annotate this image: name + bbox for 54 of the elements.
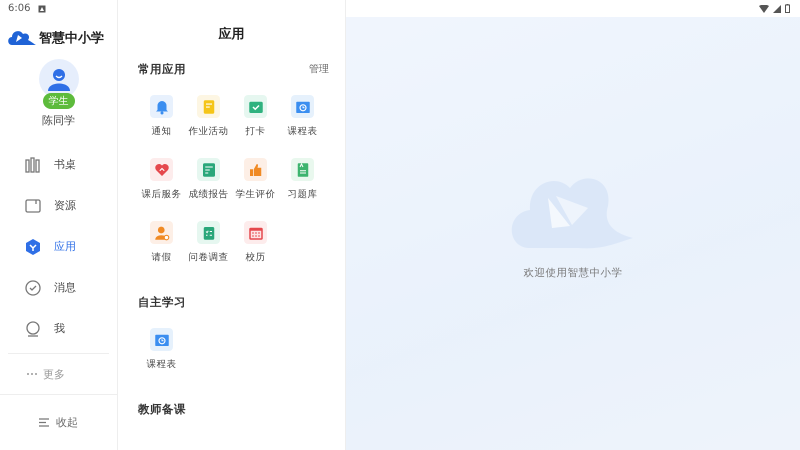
dots-icon bbox=[26, 372, 38, 376]
collapse-button[interactable]: 收起 bbox=[0, 395, 117, 450]
panel-title: 应用 bbox=[217, 26, 246, 44]
wifi-icon bbox=[759, 4, 769, 12]
app-label: 打卡 bbox=[246, 125, 266, 138]
app-tile[interactable] bbox=[150, 221, 173, 244]
battery-icon bbox=[785, 4, 790, 13]
user-name: 陈同学 bbox=[42, 113, 75, 128]
app-tile[interactable] bbox=[197, 221, 220, 244]
signal-icon bbox=[773, 4, 781, 12]
app-tile[interactable] bbox=[150, 158, 173, 181]
nav-item[interactable]: 消息 bbox=[8, 267, 109, 308]
cloud-logo-icon bbox=[6, 28, 36, 48]
frame-icon bbox=[24, 196, 42, 214]
app-tile[interactable] bbox=[244, 221, 267, 244]
app-tile[interactable] bbox=[197, 95, 220, 118]
app-tile[interactable] bbox=[244, 95, 267, 118]
app-tile[interactable] bbox=[244, 158, 267, 181]
app-label: 课后服务 bbox=[142, 188, 182, 201]
nav-item[interactable]: 书桌 bbox=[8, 144, 109, 185]
person-badge-icon bbox=[152, 224, 170, 242]
notification-icon bbox=[38, 4, 46, 12]
app-tile[interactable] bbox=[291, 158, 314, 181]
app-tile[interactable] bbox=[150, 328, 173, 351]
app-tile[interactable] bbox=[291, 95, 314, 118]
status-time: 6:06 bbox=[8, 3, 30, 14]
menu-icon bbox=[39, 418, 49, 427]
hexagon-icon bbox=[24, 238, 42, 256]
app-label: 请假 bbox=[152, 251, 172, 264]
section-title: 自主学习 bbox=[138, 294, 186, 310]
section-title: 常用应用 bbox=[138, 62, 186, 76]
nav-item[interactable]: 资源 bbox=[8, 185, 109, 226]
app-label: 学生评价 bbox=[236, 188, 276, 201]
app-label: 课程表 bbox=[288, 125, 318, 138]
app-label: 成绩报告 bbox=[188, 188, 228, 201]
check-bubble-icon bbox=[24, 278, 42, 296]
app-logo-text: 智慧中小学 bbox=[39, 30, 104, 47]
manage-link[interactable]: 管理 bbox=[309, 62, 329, 76]
app-label: 通知 bbox=[152, 125, 172, 138]
face-icon bbox=[24, 320, 42, 338]
bars-icon bbox=[24, 156, 42, 174]
app-label: 作业活动 bbox=[188, 125, 228, 138]
app-tile[interactable] bbox=[197, 158, 220, 181]
role-badge: 学生 bbox=[42, 93, 74, 109]
person-icon bbox=[46, 67, 70, 91]
nav-item[interactable]: 我 bbox=[8, 308, 109, 349]
app-label: 校历 bbox=[246, 251, 266, 264]
nav-item[interactable]: 应用 bbox=[8, 226, 109, 267]
app-label: 课程表 bbox=[146, 358, 176, 371]
welcome-text: 欢迎使用智慧中小学 bbox=[524, 266, 622, 280]
app-label: 问卷调查 bbox=[188, 251, 228, 264]
app-label: 习题库 bbox=[288, 188, 318, 201]
section-title: 教师备课 bbox=[138, 402, 186, 416]
app-tile[interactable] bbox=[150, 95, 173, 118]
